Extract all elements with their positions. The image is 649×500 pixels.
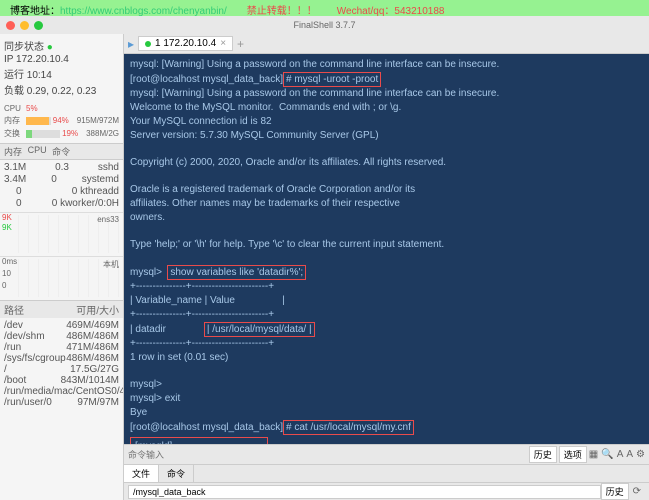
- close-window-icon[interactable]: [6, 21, 15, 30]
- network-chart: 9K 9K ens33: [0, 212, 123, 256]
- maximize-window-icon[interactable]: [34, 21, 43, 30]
- tab-bar: ▸ 1 172.20.10.4 × +: [124, 34, 649, 54]
- window-titlebar: FinalShell 3.7.7: [0, 16, 649, 34]
- file-tab[interactable]: 文件: [124, 465, 159, 482]
- close-tab-icon[interactable]: ×: [220, 38, 226, 49]
- window-title: FinalShell 3.7.7: [293, 20, 355, 30]
- terminal-output[interactable]: mysql: [Warning] Using a password on the…: [124, 54, 649, 444]
- latency-chart: 0ms 10 0 本机: [0, 256, 123, 300]
- forbid-text: 禁止转载！！！: [247, 2, 317, 14]
- path-history-button[interactable]: 历史: [601, 483, 629, 500]
- command-input-row: 历史 选项 ▦ 🔍 A A ⚙: [124, 444, 649, 464]
- zoom-in-icon[interactable]: A: [617, 449, 624, 460]
- load-label: 负载 0.29, 0.22, 0.23: [4, 82, 119, 97]
- refresh-icon[interactable]: ⟳: [629, 486, 645, 497]
- folder-icon[interactable]: ▸: [128, 37, 134, 51]
- ip-label: IP 172.20.10.4: [4, 54, 119, 65]
- runtime-label: 运行 10:14: [4, 66, 119, 81]
- add-tab-button[interactable]: +: [237, 37, 244, 51]
- sidebar: 同步状态 ● IP 172.20.10.4 运行 10:14 负载 0.29, …: [0, 34, 124, 500]
- connection-tab[interactable]: 1 172.20.10.4 ×: [138, 36, 233, 51]
- search-icon[interactable]: 🔍: [601, 449, 613, 460]
- status-dot-icon: [145, 41, 151, 47]
- cmd-tab[interactable]: 命令: [159, 465, 194, 482]
- path-input[interactable]: [128, 485, 601, 499]
- sync-status-label: 同步状态: [4, 42, 44, 53]
- grid-icon[interactable]: ▦: [589, 449, 598, 460]
- options-button[interactable]: 选项: [559, 446, 587, 463]
- command-input[interactable]: [128, 450, 529, 460]
- path-row: 历史 ⟳: [124, 482, 649, 500]
- file-tabs: 文件 命令: [124, 464, 649, 482]
- settings-icon[interactable]: ⚙: [636, 449, 645, 460]
- zoom-out-icon[interactable]: A: [626, 449, 633, 460]
- history-button[interactable]: 历史: [529, 446, 557, 463]
- top-banner: 博客地址：https://www.cnblogs.com/chenyanbin/…: [0, 0, 649, 16]
- disk-list: /dev469M/469M /dev/shm486M/486M /run471M…: [0, 318, 123, 500]
- process-list: 3.1M0.3sshd 3.4M0systemd 00 kthreadd 00 …: [0, 160, 123, 212]
- minimize-window-icon[interactable]: [20, 21, 29, 30]
